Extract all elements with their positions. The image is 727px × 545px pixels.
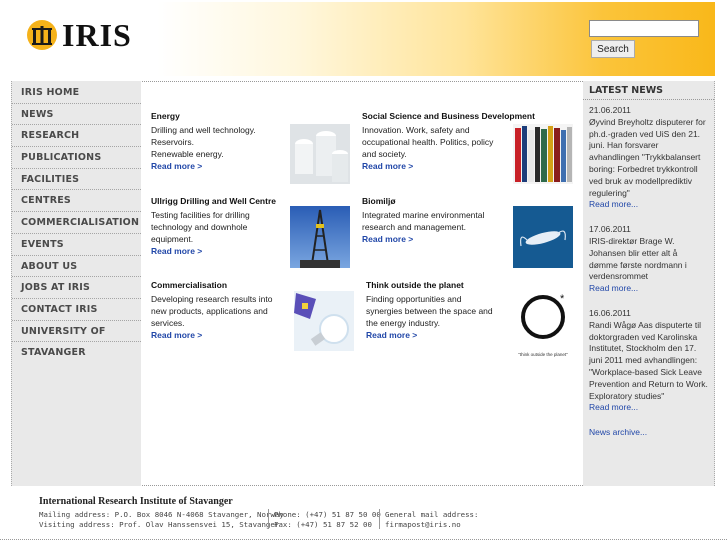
news-read-more-link[interactable]: Read more... — [589, 199, 638, 209]
footer-addresses: Mailing address: P.O. Box 8046 N-4068 St… — [39, 510, 284, 530]
energy-item: Energy Drilling and well technology. Res… — [151, 110, 286, 172]
logo-text: IRIS — [62, 16, 132, 53]
ullrigg-item: Ullrigg Drilling and Well Centre Testing… — [151, 195, 286, 257]
ullrigg-read-more-link[interactable]: Read more > — [151, 245, 286, 257]
nav-item-facilities[interactable]: FACILITIES — [12, 169, 141, 191]
nav-item-about-us[interactable]: ABOUT US — [12, 256, 141, 278]
ullrigg-title: Ullrigg Drilling and Well Centre — [151, 196, 276, 206]
bottom-border — [0, 539, 727, 540]
nav-item-research[interactable]: RESEARCH — [12, 125, 141, 148]
left-nav: IRIS HOME NEWS RESEARCH PUBLICATIONS FAC… — [11, 81, 141, 486]
news-sidebar: LATEST NEWS 21.06.2011 Øyvind Breyholtz … — [583, 81, 715, 486]
search-input[interactable] — [589, 20, 699, 37]
footer-phone: Phone: (+47) 51 87 50 00 — [274, 510, 381, 519]
site-header: IRIS Search — [0, 0, 727, 80]
news-text: Øyvind Breyholtz disputerer for ph.d.-gr… — [589, 116, 706, 198]
drilling-rig-image[interactable] — [290, 206, 350, 268]
news-read-more-link[interactable]: Read more... — [589, 402, 638, 412]
news-read-more-link[interactable]: Read more... — [589, 283, 638, 293]
commercialisation-item: Commercialisation Developing research re… — [151, 279, 286, 341]
lightbulb-image[interactable] — [294, 291, 354, 351]
footer-fax: Fax: (+47) 51 87 52 00 — [274, 520, 372, 529]
footer-email-label: General mail address: — [385, 510, 479, 519]
news-date: 21.06.2011 — [589, 105, 631, 115]
books-image[interactable] — [513, 124, 573, 184]
nav-item-news[interactable]: NEWS — [12, 104, 141, 126]
planet-image[interactable]: * "think outside the planet" — [511, 291, 575, 357]
svg-text:*: * — [560, 293, 565, 305]
footer-mailing-address: Mailing address: P.O. Box 8046 N-4068 St… — [39, 510, 284, 519]
news-item: 21.06.2011 Øyvind Breyholtz disputerer f… — [589, 105, 708, 211]
biomiljo-text: Integrated marine environmental research… — [362, 210, 485, 232]
commercialisation-title: Commercialisation — [151, 280, 228, 290]
planet-logo-icon: * — [521, 293, 565, 339]
latest-news-heading: LATEST NEWS — [583, 81, 714, 100]
footer-divider — [268, 509, 269, 529]
news-archive-link[interactable]: News archive... — [589, 427, 647, 437]
commercialisation-read-more-link[interactable]: Read more > — [151, 329, 286, 341]
footer-phone-fax: Phone: (+47) 51 87 50 00 Fax: (+47) 51 8… — [274, 510, 381, 530]
energy-title: Energy — [151, 111, 180, 121]
search-button[interactable]: Search — [591, 40, 635, 58]
iris-logo[interactable]: IRIS — [26, 16, 132, 53]
footer-org-name: International Research Institute of Stav… — [39, 496, 233, 507]
nav-item-jobs[interactable]: JOBS AT IRIS — [12, 277, 141, 299]
biomiljo-read-more-link[interactable]: Read more > — [362, 233, 512, 245]
biomiljo-title: Biomiljø — [362, 196, 396, 206]
nav-item-commercialisation[interactable]: COMMERCIALISATION — [12, 212, 141, 234]
iris-logo-icon — [27, 20, 57, 50]
site-footer: International Research Institute of Stav… — [11, 486, 715, 541]
news-date: 17.06.2011 — [589, 224, 631, 235]
nav-item-publications[interactable]: PUBLICATIONS — [12, 147, 141, 169]
nav-item-centres[interactable]: CENTRES — [12, 190, 141, 213]
footer-email[interactable]: firmapost@iris.no — [385, 520, 478, 530]
nav-item-home[interactable]: IRIS HOME — [12, 82, 141, 104]
news-text: Randi Wågø Aas disputerte til doktorgrad… — [589, 319, 708, 401]
commercialisation-text: Developing research results into new pro… — [151, 294, 273, 328]
nav-item-university[interactable]: UNIVERSITY OF STAVANGER — [12, 321, 141, 358]
nav-item-events[interactable]: EVENTS — [12, 234, 141, 256]
main-content: Energy Drilling and well technology. Res… — [141, 81, 583, 486]
nav-item-contact[interactable]: CONTACT IRIS — [12, 299, 141, 321]
ullrigg-text: Testing facilities for drilling technolo… — [151, 210, 250, 244]
planet-text: Finding opportunities and synergies betw… — [366, 294, 493, 328]
footer-visiting-address: Visiting address: Prof. Olav Hanssensvei… — [39, 520, 280, 529]
news-text: IRIS-direktør Brage W. Johansen blir ett… — [589, 235, 687, 282]
energy-image[interactable] — [290, 124, 350, 184]
planet-caption: "think outside the planet" — [518, 352, 568, 357]
planet-read-more-link[interactable]: Read more > — [366, 329, 516, 341]
biomiljo-item: Biomiljø Integrated marine environmental… — [362, 195, 512, 245]
header-banner — [157, 2, 715, 76]
footer-divider — [379, 509, 380, 529]
news-item: 17.06.2011 IRIS-direktør Brage W. Johans… — [589, 224, 708, 295]
energy-text: Drilling and well technology. Reservoirs… — [151, 125, 256, 159]
planet-title: Think outside the planet — [366, 280, 464, 290]
planet-item: Think outside the planet Finding opportu… — [366, 279, 516, 341]
energy-read-more-link[interactable]: Read more > — [151, 160, 286, 172]
news-list: 21.06.2011 Øyvind Breyholtz disputerer f… — [583, 100, 714, 439]
news-item: 16.06.2011 Randi Wågø Aas disputerte til… — [589, 308, 708, 414]
marine-image[interactable] — [513, 206, 573, 268]
news-date: 16.06.2011 — [589, 307, 631, 318]
social-science-title: Social Science and Business Development — [362, 111, 535, 121]
footer-email-block: General mail address: firmapost@iris.no — [385, 510, 478, 530]
